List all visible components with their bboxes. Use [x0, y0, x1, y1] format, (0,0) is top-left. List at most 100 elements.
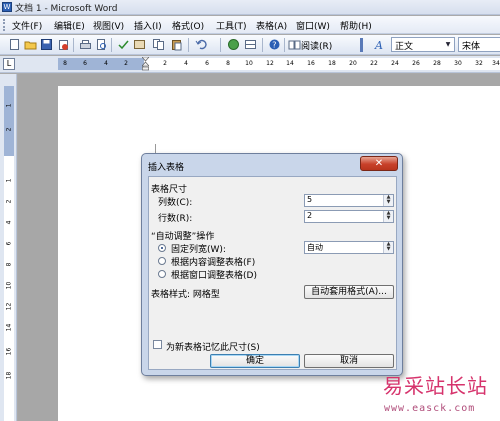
research-icon[interactable]	[133, 38, 146, 51]
font-combo-value: 宋体	[462, 42, 481, 52]
menu-window[interactable]: 窗口(W)	[296, 19, 330, 32]
close-icon[interactable]: ✕	[360, 156, 398, 171]
toolbar-overflow-icon[interactable]	[360, 38, 363, 52]
vertical-ruler[interactable]: 1 2 1 2 4 6 8 10 12 14 16 18	[4, 86, 14, 421]
table-style-label: 表格样式: 网格型	[151, 290, 220, 300]
column-width-value: 自动	[307, 243, 323, 252]
ruler-top-margin	[4, 86, 14, 156]
menu-insert[interactable]: 插入(I)	[134, 19, 162, 32]
watermark-logo: 易采站长站	[383, 374, 488, 398]
ruler-label: 8	[226, 60, 230, 67]
column-width-spinner[interactable]: 自动 ▲ ▼	[304, 241, 394, 254]
vruler-label: 10	[5, 281, 13, 290]
ruler-label: 2	[124, 60, 128, 67]
help-icon[interactable]: ?	[268, 38, 281, 51]
toolbar-separator	[111, 38, 112, 52]
ruler-bar: L 8 6 4 2 2 4 6 8 10 12 14 16 18 20 22 2…	[0, 56, 500, 73]
svg-text:?: ?	[272, 41, 276, 50]
style-combo-value: 正文	[395, 42, 414, 52]
spinner-arrows-icon[interactable]: ▲ ▼	[383, 195, 393, 206]
fixed-width-label[interactable]: 固定列宽(W):	[171, 242, 226, 255]
spinner-arrows-icon[interactable]: ▲ ▼	[383, 211, 393, 222]
menu-tools[interactable]: 工具(T)	[216, 19, 247, 32]
autoformat-button[interactable]: 自动套用格式(A)...	[304, 285, 394, 299]
autofit-window-label[interactable]: 根据窗口调整表格(D)	[171, 268, 257, 281]
table-icon[interactable]	[244, 38, 257, 51]
menubar-grip-icon[interactable]	[3, 19, 6, 31]
ruler-label: 10	[245, 60, 253, 67]
print-icon[interactable]	[79, 38, 92, 51]
columns-spinner[interactable]: 5 ▲ ▼	[304, 194, 394, 207]
chevron-down-icon[interactable]: ▼	[443, 39, 453, 50]
ruler-label: 8	[63, 60, 67, 67]
ruler-label: 16	[307, 60, 315, 67]
table-size-section-label: 表格尺寸	[151, 185, 188, 195]
new-icon[interactable]	[8, 38, 21, 51]
radio-fixed-width[interactable]	[158, 244, 166, 252]
vruler-label: 12	[5, 302, 13, 311]
styles-icon[interactable]: A	[374, 38, 387, 52]
reading-button[interactable]: 阅读(R)	[301, 39, 332, 52]
ruler-label: 18	[328, 60, 336, 67]
ruler-left-margin	[58, 58, 144, 70]
tab-selector[interactable]: L	[3, 58, 15, 70]
undo-icon[interactable]	[195, 38, 208, 51]
vruler-label: 8	[5, 262, 13, 267]
insert-table-dialog: 插入表格 ✕ 表格尺寸 列数(C): 5 ▲ ▼ 行数(R): 2 ▲ ▼ “自动调…	[141, 153, 403, 376]
ruler-label: 4	[104, 60, 108, 67]
reading-icon[interactable]	[288, 38, 301, 51]
rows-spinner[interactable]: 2 ▲ ▼	[304, 210, 394, 223]
permission-icon[interactable]	[57, 38, 70, 51]
vertical-ruler-bar: 1 2 1 2 4 6 8 10 12 14 16 18	[0, 74, 17, 421]
ruler-label: 24	[391, 60, 399, 67]
menu-file[interactable]: 文件(F)	[12, 19, 42, 32]
vruler-label: 14	[5, 323, 13, 332]
vruler-label: 2	[5, 127, 13, 132]
watermark-url: www.easck.com	[384, 403, 476, 414]
ruler-label: 14	[286, 60, 294, 67]
ruler-label: 6	[83, 60, 87, 67]
autofit-section-label: “自动调整”操作	[151, 232, 215, 242]
menu-format[interactable]: 格式(O)	[172, 19, 204, 32]
menu-help[interactable]: 帮助(H)	[340, 19, 372, 32]
menu-view[interactable]: 视图(V)	[93, 19, 124, 32]
paste-icon[interactable]	[170, 38, 183, 51]
vruler-label: 2	[5, 199, 13, 204]
spelling-icon[interactable]	[117, 38, 130, 51]
ruler-label: 26	[412, 60, 420, 67]
hyperlink-icon[interactable]	[227, 38, 240, 51]
autofit-contents-label[interactable]: 根据内容调整表格(F)	[171, 255, 255, 268]
ok-button[interactable]: 确定	[210, 354, 300, 368]
rows-value: 2	[307, 211, 313, 220]
rows-label: 行数(R):	[158, 214, 193, 224]
indent-marker-icon[interactable]	[141, 56, 150, 71]
ruler-label: 2	[163, 60, 167, 67]
copy-icon[interactable]	[152, 38, 165, 51]
toolbar-separator	[262, 38, 263, 52]
cancel-button[interactable]: 取消	[304, 354, 394, 368]
ruler-label: 20	[349, 60, 357, 67]
vruler-label: 18	[5, 371, 13, 380]
toolbar-separator	[188, 38, 189, 52]
dialog-title: 插入表格	[148, 163, 185, 173]
toolbar-separator	[284, 38, 285, 52]
vruler-label: 6	[5, 241, 13, 246]
save-icon[interactable]	[40, 38, 53, 51]
ruler-label: 12	[266, 60, 274, 67]
menu-edit[interactable]: 编辑(E)	[54, 19, 85, 32]
ruler-label: 22	[370, 60, 378, 67]
word-doc-icon[interactable]: W	[2, 2, 12, 12]
remember-dimensions-checkbox[interactable]	[153, 340, 162, 349]
vruler-label: 1	[5, 103, 13, 108]
remember-dimensions-label[interactable]: 为新表格记忆此尺寸(S)	[166, 340, 260, 353]
style-combo[interactable]: 正文 ▼	[391, 37, 455, 52]
radio-autofit-window[interactable]	[158, 270, 166, 278]
menu-table[interactable]: 表格(A)	[256, 19, 287, 32]
print-preview-icon[interactable]	[95, 38, 108, 51]
spinner-arrows-icon[interactable]: ▲ ▼	[383, 242, 393, 253]
font-combo[interactable]: 宋体	[458, 37, 500, 52]
vruler-label: 16	[5, 347, 13, 356]
open-icon[interactable]	[24, 38, 37, 51]
radio-autofit-contents[interactable]	[158, 257, 166, 265]
horizontal-ruler[interactable]: 8 6 4 2 2 4 6 8 10 12 14 16 18 20 22 24 …	[58, 58, 500, 70]
